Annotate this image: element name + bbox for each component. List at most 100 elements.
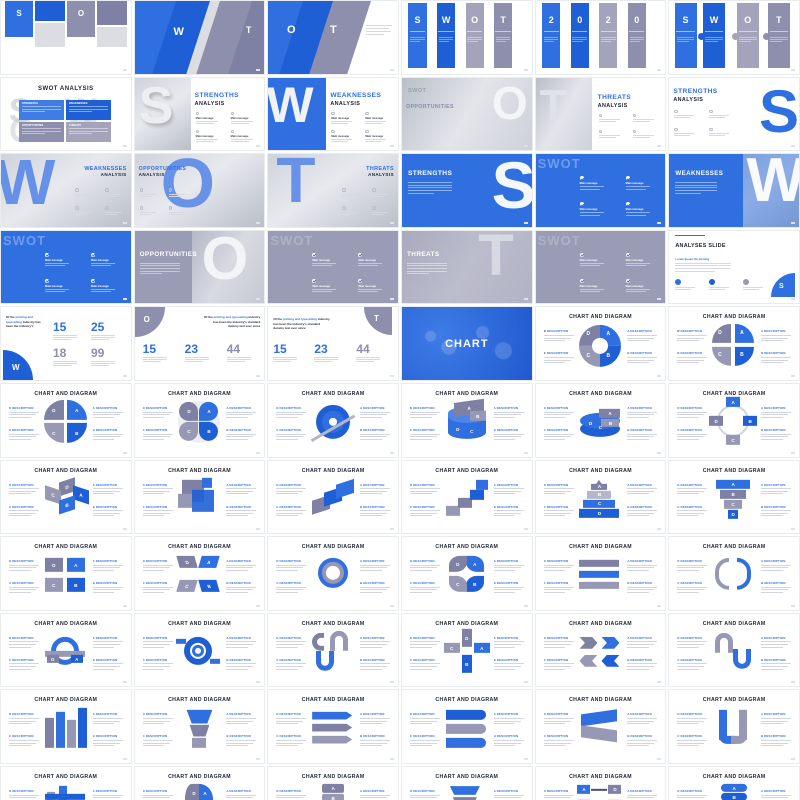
slide-cd-tree-map[interactable]: CHART AND DIAGRAMD DESCRIPTIONC DESCRIPT… [534,765,667,800]
description-block: D DESCRIPTION [410,789,440,800]
page-number [523,528,528,531]
slide-swot-analysis-puzzle[interactable]: SWOT ANALYSIS S W O T STRENGTHS WEAKNESS… [0,76,132,152]
slide-strengths-cut-s[interactable]: STRENGTHS ANALYSIS S [668,76,800,152]
slide-cd-spiral[interactable]: CHART AND DIAGRAM D DESCRIPTION C DESCRIPT… [133,612,266,688]
slide-cd-funnel[interactable]: CHART AND DIAGRAM D DESCRIPTION C DESCRIPT… [668,459,800,535]
slide-strengths-photo-s[interactable]: S STRENGTHS ANALYSIS Main message Main m… [133,76,266,152]
slide-strengths-blue-s[interactable]: S STRENGTHS [401,153,533,228]
check-icon [625,202,630,207]
slide-cd-circle-nodes[interactable]: CHART AND DIAGRAM D DESCRIPTION C DESCRIPT… [668,382,800,458]
slide-weaknesses-photo-w[interactable]: W WEAKNESSES ANALYSIS Main message Main … [267,76,399,152]
slide-cd-wave-arrows[interactable]: CHART AND DIAGRAM D DESCRIPTION C DESCRIPT… [401,689,533,764]
slide-cd-up-arrows[interactable]: CHART AND DIAGRAM D DESCRIPTION C DESCRIPT… [0,689,132,764]
page-number [390,528,394,531]
slide-cd-lightbulb[interactable]: CHART AND DIAGRAMD DESCRIPTIONC DESCRIPT… [133,765,266,800]
section-subheading: ANALYSIS [367,172,394,178]
check-icon [91,278,95,283]
page-number [657,528,662,531]
slide-thumbnail-grid: S O W T O T S W O T 2 0 2 0 S W O T SWOT… [0,0,800,800]
description-block: A DESCRIPTION [627,406,658,418]
slide-cd-x-arrows[interactable]: CHART AND DIAGRAM D DESCRIPTION C DESCRIPT… [133,536,266,611]
slide-cd-cfl-bulb[interactable]: CHART AND DIAGRAMD DESCRIPTIONC DESCRIPT… [668,765,800,800]
slide-cd-squares-4[interactable]: CHART AND DIAGRAM D DESCRIPTION C DESCRIPT… [0,536,132,611]
description-block: A DESCRIPTION [360,483,390,495]
slide-stats-t[interactable]: T Of the printing and typesetting indust… [267,306,399,381]
slide-stats-o[interactable]: O Of the printing and typesetting indust… [133,306,266,381]
slide-swot-gray-bullets-2[interactable]: SWOT Main message Main message Main mess… [534,229,667,305]
bullet-label: Main message [579,284,598,288]
stat-value: 44 [356,342,370,357]
slide-cd-ring-arrows[interactable]: CHART AND DIAGRAM D DESCRIPTION C DESCRIPT… [0,612,132,688]
slide-year-ribbons[interactable]: 2 0 2 0 [534,0,667,75]
slide-cd-brackets[interactable]: CHART AND DIAGRAM D DESCRIPTION C DESCRIPT… [668,536,800,611]
slide-cd-square-iso[interactable]: CHART AND DIAGRAM D DESCRIPTION C DESCRIPT… [133,459,266,535]
letter-o: O [744,14,752,25]
slide-cd-stack-arrow[interactable]: CHART AND DIAGRAMD DESCRIPTIONC DESCRIPT… [401,765,533,800]
slide-swot-puzzle-bars[interactable]: S W O T [668,0,800,75]
slide-cd-gear-disc[interactable]: CHART AND DIAGRAM D DESCRIPTION C DESCRIPT… [267,382,399,458]
slide-title: CHART AND DIAGRAM [34,544,98,551]
slide-swot-diagonal-w[interactable]: W T [133,0,266,75]
description-block: D DESCRIPTION [276,406,307,418]
slide-cd-ribbon-arrow[interactable]: CHART AND DIAGRAM D DESCRIPTION C DESCRIPT… [534,689,667,764]
slide-cd-band-arrows[interactable]: CHART AND DIAGRAM D DESCRIPTION C DESCRIPT… [267,689,399,764]
slide-cd-jj-arrows[interactable]: CHART AND DIAGRAM D DESCRIPTION C DESCRIPT… [668,689,800,764]
letter-s: S [682,14,689,25]
slide-cd-pie-split[interactable]: CHART AND DIAGRAM D DESCRIPTION C DESCRI… [668,306,800,381]
slide-threats-photo-t[interactable]: T THREATS ANALYSIS [534,76,667,152]
slide-cd-stairs[interactable]: CHART AND DIAGRAM D DESCRIPTION C DESCRIPT… [401,459,533,535]
slide-cd-cylinder-3d[interactable]: CHART AND DIAGRAM D DESCRIPTION C DESCRIPT… [401,382,533,458]
description-block: D DESCRIPTION [9,483,39,495]
slide-cd-pencil[interactable]: CHART AND DIAGRAMD DESCRIPTIONC DESCRIPT… [267,765,399,800]
slide-swot-diagonal-ot[interactable]: O T [267,0,399,75]
step-icon-1 [675,278,682,285]
slide-cd-zigzag[interactable]: CHART AND DIAGRAM D DESCRIPTION C DESCRIPT… [534,536,667,611]
check-icon [91,252,95,257]
slide-cd-cube-grid[interactable]: CHART AND DIAGRAM D DESCRIPTION C DESCRIPT… [0,459,132,535]
slide-cd-steps-iso[interactable]: CHART AND DIAGRAM D DESCRIPTION C DESCRIPT… [267,459,399,535]
slide-stats-w[interactable]: Of the printing and typesetting industry… [0,306,132,381]
slide-cd-donut[interactable]: CHART AND DIAGRAM D DESCRIPTION C DESCRI… [534,306,667,381]
slide-cd-cone-arrows[interactable]: CHART AND DIAGRAM D DESCRIPTION C DESCRIPT… [133,689,266,764]
slide-opportunities-photo-o[interactable]: SWOT OPPORTUNITIES O [401,76,533,152]
slide-cd-pyramid[interactable]: CHART AND DIAGRAM D DESCRIPTION C DESCRIPT… [534,459,667,535]
bullet-label: Main message [358,258,377,262]
slide-title: CHART AND DIAGRAM [301,544,365,551]
page-number [256,145,261,148]
page-number [390,604,394,607]
description-block: D DESCRIPTION [410,636,440,648]
slide-swot-blocks[interactable]: S O [0,0,132,75]
description-block: A DESCRIPTION [627,712,658,725]
slide-opportunities-gray-o[interactable]: O OPPORTUNITIES [133,229,266,305]
slide-threats-gray-t[interactable]: T THREATS [401,229,533,305]
description-block: B DESCRIPTION [761,734,791,747]
description-block: D DESCRIPTION [9,559,39,571]
slide-swot-blue-bullets[interactable]: SWOT Main message Main message Main mess… [534,153,667,228]
slide-opportunities-big-o[interactable]: O OPPORTUNITIES ANALYSIS [133,153,266,228]
slide-weaknesses-blue-w[interactable]: W WEAKNESSES [668,153,800,228]
slide-cd-chevrons[interactable]: CHART AND DIAGRAM D DESCRIPTION C DESCRIPT… [534,612,667,688]
slide-chart-cover[interactable]: CHART [401,306,533,381]
slide-swot-gray-bullets[interactable]: SWOT Main message Main message Main mess… [267,229,399,305]
slide-cd-swirl[interactable]: CHART AND DIAGRAM D DESCRIPTION C DESCRIPT… [267,612,399,688]
split-pie-chart: A B C D [711,323,757,369]
slide-cd-loop-arrow[interactable]: CHART AND DIAGRAM D DESCRIPTION C DESCRIPT… [267,536,399,611]
slide-cd-curl-arrows[interactable]: CHART AND DIAGRAM D DESCRIPTION C DESCRIPT… [668,612,800,688]
description-block: C DESCRIPTION [677,658,708,670]
slide-analyses-slide[interactable]: ANALYSES SLIDE Lorem Ipsum the printing … [668,229,800,305]
brackets-diagram [711,552,757,598]
slide-cd-pie-3d[interactable]: CHART AND DIAGRAM D DESCRIPTION C DESCRIPT… [534,382,667,458]
bullet-icon [168,206,173,210]
slide-cd-tube-arrows[interactable]: CHART AND DIAGRAMD DESCRIPTIONC DESCRIPT… [0,765,132,800]
slide-swot-blue-bullets-2[interactable]: SWOT Main message Main message Main mess… [0,229,132,305]
description-block: D DESCRIPTION [276,712,307,725]
check-icon [45,252,49,257]
slide-cd-pie-petal[interactable]: CHART AND DIAGRAM D DESCRIPTION C DESCRIPT… [133,382,266,458]
slide-cd-star-arrows[interactable]: CHART AND DIAGRAM D DESCRIPTION C DESCRIPT… [401,612,533,688]
slide-cd-pinwheel[interactable]: CHART AND DIAGRAM D DESCRIPTION C DESCRIPT… [401,536,533,611]
slide-cd-pie-quad[interactable]: CHART AND DIAGRAM D DESCRIPTION C DESCRIPT… [0,382,132,458]
slide-weaknesses-big-w[interactable]: W WEAKNESSES ANALYSIS [0,153,132,228]
bullet-icon [230,129,235,134]
slide-threats-big-t[interactable]: T THREATS ANALYSIS [267,153,399,228]
slide-swot-ribbons[interactable]: S W O T [401,0,533,75]
